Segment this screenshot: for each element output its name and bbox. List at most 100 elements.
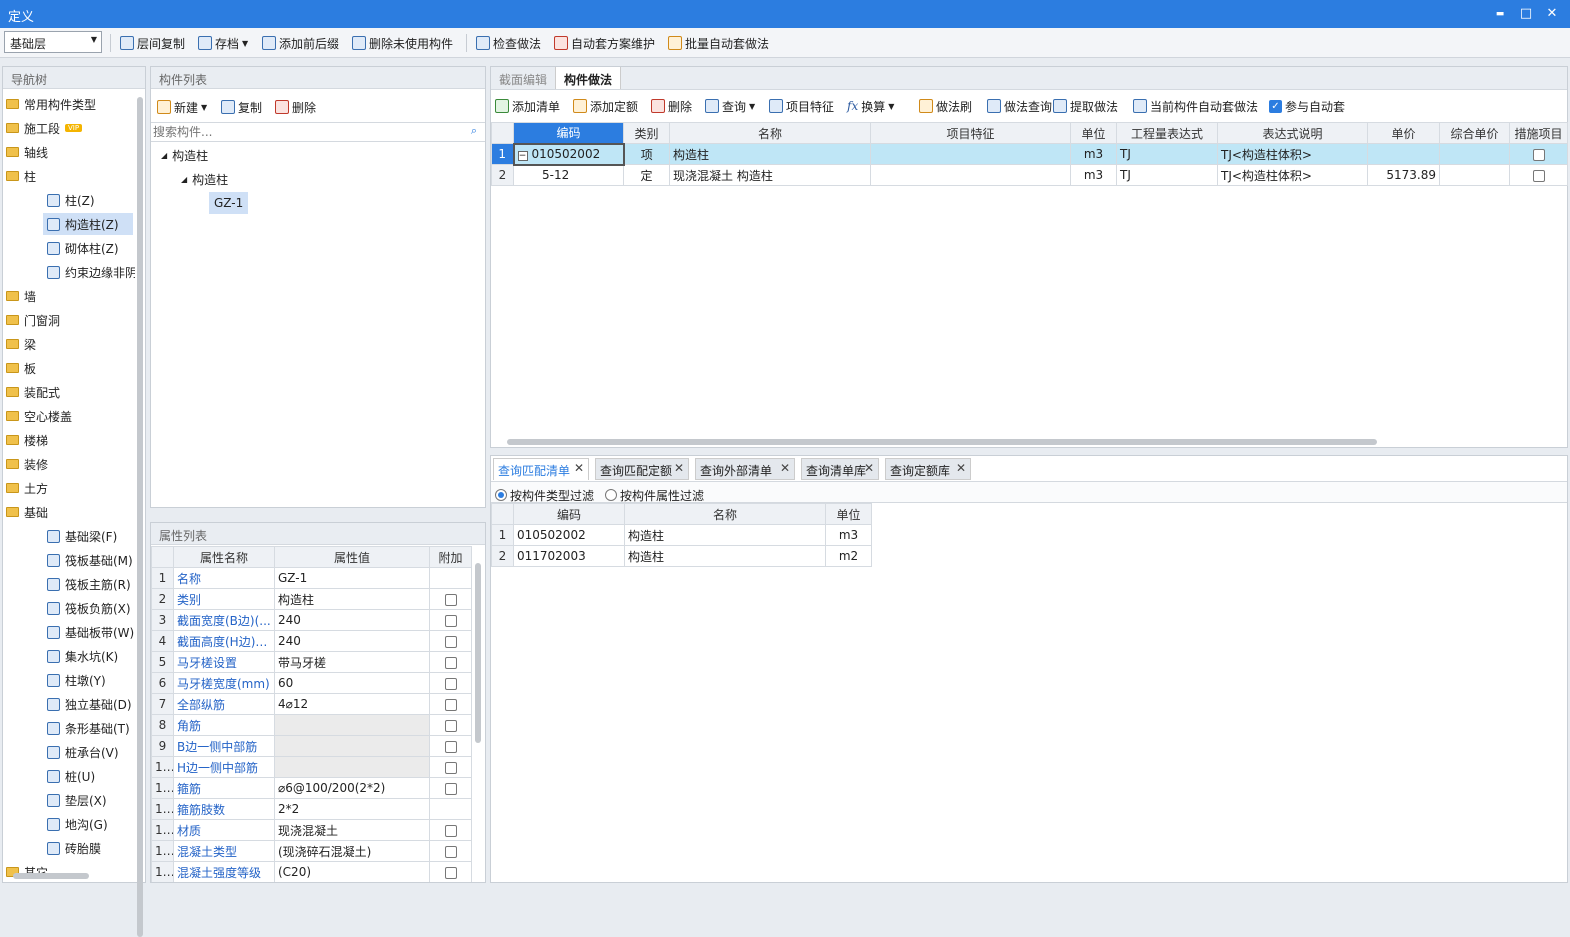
method-cell-type[interactable]: 定: [623, 164, 670, 186]
match-row[interactable]: 2 011702003 构造柱 m2: [491, 545, 872, 567]
nav-item-constructional-column[interactable]: 构造柱(Z): [43, 213, 133, 235]
nav-group-1[interactable]: 门窗洞: [6, 309, 60, 331]
property-row[interactable]: 1 名称 GZ-1: [151, 567, 472, 589]
method-cell-price[interactable]: 5173.89: [1367, 164, 1440, 186]
minimize-button[interactable]: ▬: [1490, 4, 1510, 24]
match-code[interactable]: 011702003: [513, 545, 625, 567]
method-cell-desc[interactable]: TJ<构造柱体积>: [1217, 143, 1368, 165]
match-unit[interactable]: m2: [825, 545, 872, 567]
nav-group-3[interactable]: 板: [6, 357, 36, 379]
new-component-button[interactable]: 新建 ▼: [157, 97, 207, 117]
method-cell-unit[interactable]: m3: [1070, 164, 1117, 186]
property-row[interactable]: 3 截面宽度(B边)(... 240: [151, 609, 472, 631]
tree-node-gz1[interactable]: GZ-1: [209, 192, 249, 214]
method-cell-code[interactable]: 5-12: [513, 164, 624, 186]
method-cell-type[interactable]: 项: [623, 143, 670, 165]
attach-checkbox[interactable]: [444, 761, 457, 774]
property-row[interactable]: 2 类别 构造柱: [151, 588, 472, 610]
nav-item-edge-column[interactable]: 约束边缘非阴: [47, 261, 135, 283]
nav-scrollbar-vertical[interactable]: [137, 97, 143, 937]
method-row[interactable]: 2 5-12 定现浇混凝土 构造柱 m3 TJ TJ<构造柱体积> 5173.89: [491, 164, 1568, 186]
property-row[interactable]: 6 马牙槎宽度(mm) 60: [151, 672, 472, 694]
col-header[interactable]: 名称: [624, 503, 826, 525]
property-value[interactable]: [274, 735, 430, 757]
property-row[interactable]: 13 材质 现浇混凝土: [151, 819, 472, 841]
col-header[interactable]: 名称: [669, 122, 871, 144]
nav-group-9[interactable]: 基础: [6, 501, 48, 523]
property-value[interactable]: [274, 756, 430, 778]
nav-item-masonry-column[interactable]: 砌体柱(Z): [47, 237, 119, 259]
col-header[interactable]: 措施项目: [1509, 122, 1568, 144]
delete-method-button[interactable]: 删除: [651, 96, 692, 116]
property-value[interactable]: (C20): [274, 861, 430, 882]
property-value[interactable]: 240: [274, 609, 430, 631]
nav-group-axis[interactable]: 轴线: [6, 141, 48, 163]
nav-item-column[interactable]: 柱(Z): [47, 189, 95, 211]
attach-checkbox[interactable]: [444, 656, 457, 669]
method-cell-total[interactable]: [1439, 143, 1510, 165]
match-row[interactable]: 1 010502002 构造柱 m3: [491, 524, 872, 546]
query-button[interactable]: 查询 ▼: [705, 96, 755, 116]
filter-by-type[interactable]: 按构件类型过滤: [495, 485, 594, 505]
query-tab-3[interactable]: 查询清单库 ✕: [801, 458, 879, 480]
col-header[interactable]: 单位: [825, 503, 872, 525]
tab-section-edit[interactable]: 截面编辑: [491, 67, 555, 89]
method-row[interactable]: 1−010502002 项构造柱 m3 TJ TJ<构造柱体积>: [491, 142, 1568, 166]
property-value[interactable]: 构造柱: [274, 588, 430, 610]
attach-checkbox[interactable]: [444, 698, 457, 711]
measure-checkbox[interactable]: [1532, 148, 1545, 161]
query-tab-1[interactable]: 查询匹配定额 ✕: [595, 458, 689, 480]
nav-group-8[interactable]: 土方: [6, 477, 48, 499]
tree-node-root[interactable]: ◢ 构造柱: [161, 144, 208, 166]
nav-item-foundation-12[interactable]: 地沟(G): [47, 813, 108, 835]
nav-item-foundation-3[interactable]: 筏板负筋(X): [47, 597, 131, 619]
tree-node-type[interactable]: ◢ 构造柱: [181, 168, 228, 190]
copy-component-button[interactable]: 复制: [221, 97, 262, 117]
method-cell-total[interactable]: [1439, 164, 1510, 186]
col-header[interactable]: 单位: [1070, 122, 1117, 144]
method-cell-unit[interactable]: m3: [1070, 143, 1117, 165]
property-value[interactable]: (现浇碎石混凝土): [274, 840, 430, 862]
method-query-button[interactable]: 做法查询: [987, 96, 1052, 116]
nav-group-5[interactable]: 空心楼盖: [6, 405, 72, 427]
method-cell-price[interactable]: [1367, 143, 1440, 165]
nav-item-foundation-11[interactable]: 垫层(X): [47, 789, 107, 811]
nav-item-foundation-1[interactable]: 筏板基础(M): [47, 549, 133, 571]
nav-group-7[interactable]: 装修: [6, 453, 48, 475]
method-scrollbar[interactable]: [507, 439, 1377, 445]
delete-component-button[interactable]: 删除: [275, 97, 316, 117]
match-name[interactable]: 构造柱: [624, 545, 826, 567]
method-cell-name[interactable]: 构造柱: [669, 143, 871, 165]
copy-between-floors-button[interactable]: 层间复制: [120, 33, 185, 53]
col-header[interactable]: 工程量表达式: [1116, 122, 1218, 144]
participate-auto-checkbox[interactable]: ✓ 参与自动套: [1269, 96, 1345, 116]
property-value[interactable]: GZ-1: [274, 567, 430, 589]
match-code[interactable]: 010502002: [513, 524, 625, 546]
nav-group-6[interactable]: 楼梯: [6, 429, 48, 451]
match-name[interactable]: 构造柱: [624, 524, 826, 546]
measure-checkbox[interactable]: [1532, 169, 1545, 182]
search-icon[interactable]: ⌕: [471, 124, 477, 138]
attach-checkbox[interactable]: [444, 824, 457, 837]
auto-scheme-button[interactable]: 自动套方案维护: [554, 33, 655, 53]
nav-item-foundation-6[interactable]: 柱墩(Y): [47, 669, 106, 691]
attach-checkbox[interactable]: [444, 635, 457, 648]
property-row[interactable]: 11 箍筋 ⌀6@100/200(2*2): [151, 777, 472, 799]
close-button[interactable]: ✕: [1542, 4, 1562, 24]
property-value[interactable]: 60: [274, 672, 430, 694]
col-header[interactable]: 类别: [623, 122, 670, 144]
property-value[interactable]: 带马牙槎: [274, 651, 430, 673]
method-cell-expr[interactable]: TJ: [1116, 164, 1218, 186]
properties-scrollbar[interactable]: [475, 563, 481, 743]
property-row[interactable]: 9 B边一侧中部筋: [151, 735, 472, 757]
property-row[interactable]: 15 混凝土强度等级 (C20): [151, 861, 472, 882]
close-icon[interactable]: ✕: [780, 461, 790, 475]
col-header[interactable]: 单价: [1367, 122, 1440, 144]
attach-checkbox[interactable]: [444, 866, 457, 879]
close-icon[interactable]: ✕: [956, 461, 966, 475]
property-row[interactable]: 5 马牙槎设置 带马牙槎: [151, 651, 472, 673]
property-row[interactable]: 8 角筋: [151, 714, 472, 736]
nav-item-foundation-4[interactable]: 基础板带(W): [47, 621, 134, 643]
property-value[interactable]: 4⌀12: [274, 693, 430, 715]
query-tab-4[interactable]: 查询定额库 ✕: [885, 458, 971, 480]
